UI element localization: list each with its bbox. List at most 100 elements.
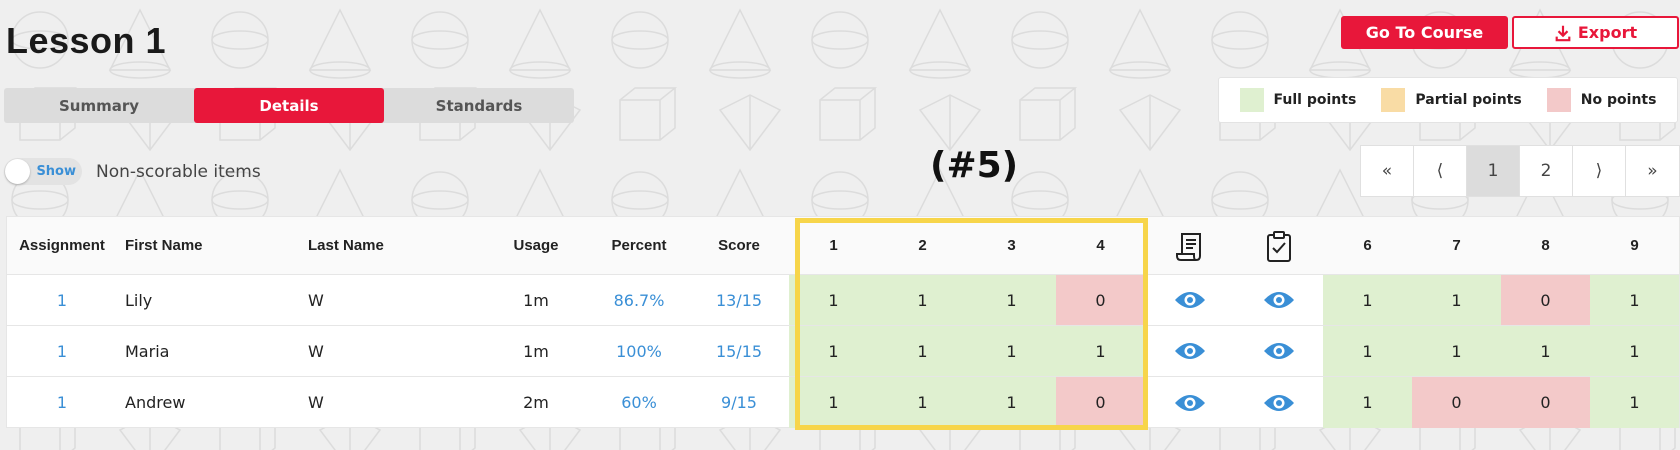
- item-score-cell[interactable]: 1: [789, 326, 878, 376]
- header-percent[interactable]: Percent: [589, 217, 689, 274]
- table-header-row: Assignment First Name Last Name Usage Pe…: [7, 217, 1679, 275]
- header-item-document[interactable]: [1145, 217, 1234, 274]
- download-icon: [1555, 25, 1571, 41]
- item-score-cell[interactable]: 1: [1590, 377, 1679, 428]
- partial-points-swatch: [1381, 88, 1406, 112]
- item-score-cell[interactable]: 1: [878, 326, 967, 376]
- item-score-cell[interactable]: 1: [1056, 326, 1145, 376]
- table-row: 1 Maria W 1m 100% 15/15 1 1 1 1 1 1 1 1: [7, 326, 1679, 377]
- item-score-cell[interactable]: 0: [1501, 377, 1590, 428]
- item-score-cell[interactable]: 1: [967, 275, 1056, 325]
- tab-standards[interactable]: Standards: [384, 88, 574, 123]
- item-score-cell[interactable]: 0: [1501, 275, 1590, 325]
- item-score-cell[interactable]: 1: [1323, 275, 1412, 325]
- results-table: Assignment First Name Last Name Usage Pe…: [6, 216, 1680, 428]
- header-score[interactable]: Score: [689, 217, 789, 274]
- page-button-2[interactable]: 2: [1520, 146, 1573, 196]
- view-item-cell: [1234, 377, 1323, 428]
- header-item-clipboard[interactable]: [1234, 217, 1323, 274]
- prev-page-button[interactable]: ⟨: [1414, 146, 1467, 196]
- eye-icon[interactable]: [1174, 290, 1206, 310]
- header-assignment[interactable]: Assignment: [7, 217, 117, 274]
- item-score-cell[interactable]: 1: [789, 377, 878, 428]
- header-item-4[interactable]: 4: [1056, 217, 1145, 274]
- assignment-link[interactable]: 1: [7, 275, 117, 325]
- non-scorable-toggle[interactable]: Show: [4, 158, 82, 185]
- legend-label: Partial points: [1415, 92, 1522, 108]
- tab-summary[interactable]: Summary: [4, 88, 194, 123]
- first-page-button[interactable]: «: [1361, 146, 1414, 196]
- go-to-course-button[interactable]: Go To Course: [1341, 16, 1508, 49]
- page-button-1[interactable]: 1: [1467, 146, 1520, 196]
- score-link[interactable]: 15/15: [689, 326, 789, 376]
- header-last-name[interactable]: Last Name: [300, 217, 483, 274]
- view-item-cell: [1234, 275, 1323, 325]
- first-name-cell: Andrew: [125, 393, 186, 412]
- eye-icon[interactable]: [1263, 341, 1295, 361]
- item-score-cell[interactable]: 0: [1056, 275, 1145, 325]
- usage-cell: 1m: [523, 341, 549, 361]
- legend-partial-points: Partial points: [1381, 88, 1522, 112]
- no-points-swatch: [1546, 88, 1571, 112]
- view-item-cell: [1145, 275, 1234, 325]
- view-item-cell: [1145, 377, 1234, 428]
- assignment-link[interactable]: 1: [7, 326, 117, 376]
- last-name-cell: W: [308, 341, 324, 361]
- item-score-cell[interactable]: 1: [1501, 326, 1590, 376]
- item-score-cell[interactable]: 1: [1323, 377, 1412, 428]
- item-score-cell[interactable]: 1: [967, 326, 1056, 376]
- full-points-swatch: [1239, 88, 1264, 112]
- pagination: « ⟨ 1 2 ⟩ »: [1360, 145, 1680, 197]
- header-item-7[interactable]: 7: [1412, 217, 1501, 274]
- header-item-3[interactable]: 3: [967, 217, 1056, 274]
- percent-link[interactable]: 86.7%: [589, 275, 689, 325]
- eye-icon[interactable]: [1174, 341, 1206, 361]
- header-first-name[interactable]: First Name: [117, 217, 300, 274]
- item-score-cell[interactable]: 1: [1323, 326, 1412, 376]
- item-score-cell[interactable]: 1: [967, 377, 1056, 428]
- non-scorable-toggle-group: Show Non-scorable items: [4, 158, 261, 185]
- legend-label: No points: [1580, 92, 1657, 108]
- header-item-2[interactable]: 2: [878, 217, 967, 274]
- header-item-1[interactable]: 1: [789, 217, 878, 274]
- toggle-state-label: Show: [36, 164, 76, 179]
- item-score-cell[interactable]: 0: [1056, 377, 1145, 428]
- item-score-cell[interactable]: 1: [789, 275, 878, 325]
- legend-no-points: No points: [1546, 88, 1657, 112]
- toggle-knob: [5, 159, 30, 184]
- export-button[interactable]: Export: [1512, 16, 1679, 49]
- eye-icon[interactable]: [1174, 393, 1206, 413]
- item-score-cell[interactable]: 0: [1412, 377, 1501, 428]
- next-page-button[interactable]: ⟩: [1573, 146, 1626, 196]
- score-link[interactable]: 9/15: [689, 377, 789, 428]
- item-score-cell[interactable]: 1: [878, 377, 967, 428]
- header-item-8[interactable]: 8: [1501, 217, 1590, 274]
- eye-icon[interactable]: [1263, 393, 1295, 413]
- eye-icon[interactable]: [1263, 290, 1295, 310]
- toggle-label: Non-scorable items: [96, 161, 261, 182]
- document-icon: [1175, 232, 1201, 261]
- percent-link[interactable]: 100%: [589, 326, 689, 376]
- assignment-link[interactable]: 1: [7, 377, 117, 428]
- last-page-button[interactable]: »: [1626, 146, 1679, 196]
- first-name-cell: Lily: [125, 290, 153, 310]
- percent-link[interactable]: 60%: [589, 377, 689, 428]
- item-score-cell[interactable]: 1: [878, 275, 967, 325]
- clipboard-check-icon: [1266, 230, 1291, 262]
- item-score-cell[interactable]: 1: [1412, 326, 1501, 376]
- header-item-6[interactable]: 6: [1323, 217, 1412, 274]
- first-name-cell: Maria: [125, 341, 170, 361]
- table-row: 1 Andrew W 2m 60% 9/15 1 1 1 0 1 0 0 1: [7, 377, 1679, 428]
- tab-details[interactable]: Details: [194, 88, 384, 123]
- item-score-cell[interactable]: 1: [1590, 326, 1679, 376]
- item-score-cell[interactable]: 1: [1590, 275, 1679, 325]
- header-item-9[interactable]: 9: [1590, 217, 1679, 274]
- last-name-cell: W: [308, 393, 324, 412]
- annotation-label: (#5): [930, 145, 1019, 186]
- item-score-cell[interactable]: 1: [1412, 275, 1501, 325]
- legend-full-points: Full points: [1239, 88, 1356, 112]
- last-name-cell: W: [308, 290, 324, 310]
- header-usage[interactable]: Usage: [483, 217, 589, 274]
- score-link[interactable]: 13/15: [689, 275, 789, 325]
- view-tabs: Summary Details Standards: [4, 88, 574, 123]
